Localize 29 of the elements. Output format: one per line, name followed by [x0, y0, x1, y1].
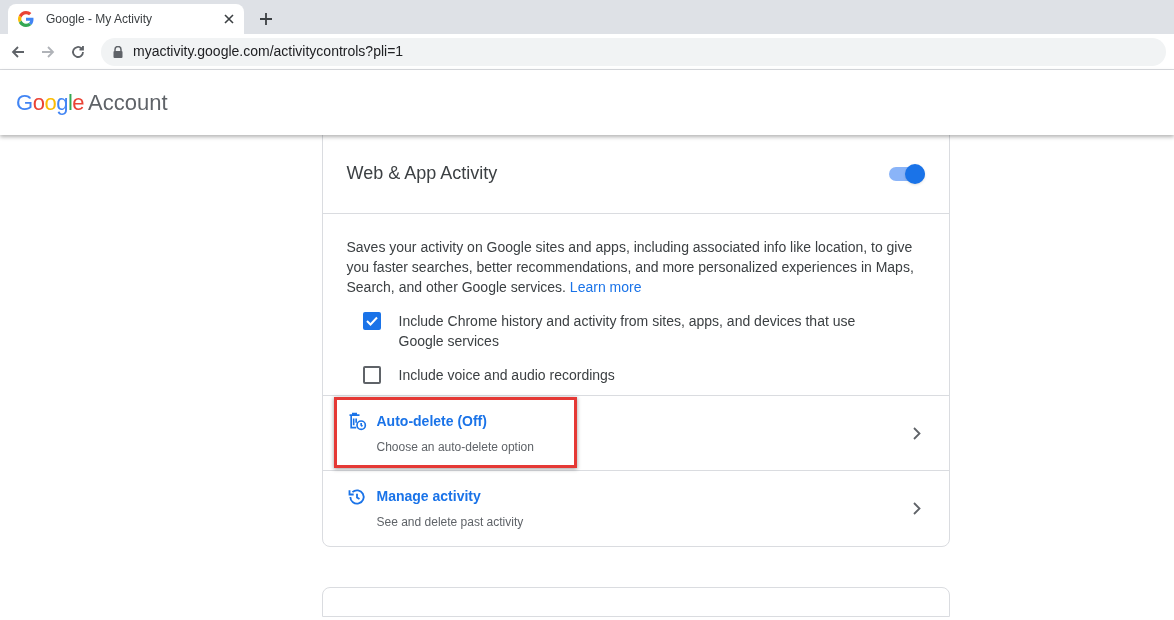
- checkbox[interactable]: [362, 312, 381, 330]
- link-subtitle: See and delete past activity: [375, 514, 525, 531]
- lock-icon: [113, 45, 123, 58]
- product-name: Account: [88, 89, 168, 117]
- history-icon: [346, 486, 367, 507]
- back-arrow-icon[interactable]: [11, 44, 25, 59]
- link-title: Manage activity: [376, 487, 481, 506]
- tab-title: Google - My Activity: [46, 11, 154, 28]
- chevron-right-icon: [912, 426, 921, 440]
- google-logo-icon: [18, 11, 34, 27]
- chevron-right-icon: [912, 502, 921, 515]
- activity-link-row[interactable]: Manage activity See and delete past activity: [322, 471, 949, 546]
- reload-icon[interactable]: [71, 44, 85, 59]
- url-text: myactivity.google.com/activitycontrols?pli=1: [133, 42, 404, 61]
- checkbox-label: Include Chrome history and activity from sites, apps, and devices that use Google services: [398, 312, 857, 351]
- google-logo[interactable]: Google: [16, 86, 84, 119]
- checkbox-label: Include voice and audio recordings: [398, 366, 616, 385]
- description-text: Saves your activity on Google sites and apps, including associated info like location, to give you faster searches, better recommendations, and more personalized experiences in Maps, Search, and other Google services. Learn more: [346, 238, 915, 297]
- checkbox[interactable]: [362, 366, 381, 384]
- activity-link-row[interactable]: Auto-delete (Off) Choose an auto-delete option: [322, 396, 949, 471]
- address-bar[interactable]: myactivity.google.com/activitycontrols?pli=1: [101, 37, 1166, 66]
- learn-more-link[interactable]: Learn more: [569, 279, 642, 295]
- link-subtitle: Choose an auto-delete option: [375, 438, 535, 456]
- plus-icon[interactable]: [260, 13, 272, 25]
- browser-tab[interactable]: Google - My Activity: [8, 4, 244, 34]
- link-title: Auto-delete (Off): [376, 411, 487, 431]
- toggle-switch[interactable]: [888, 166, 925, 181]
- close-icon[interactable]: [224, 14, 234, 24]
- card-title: Web & App Activity: [346, 162, 499, 185]
